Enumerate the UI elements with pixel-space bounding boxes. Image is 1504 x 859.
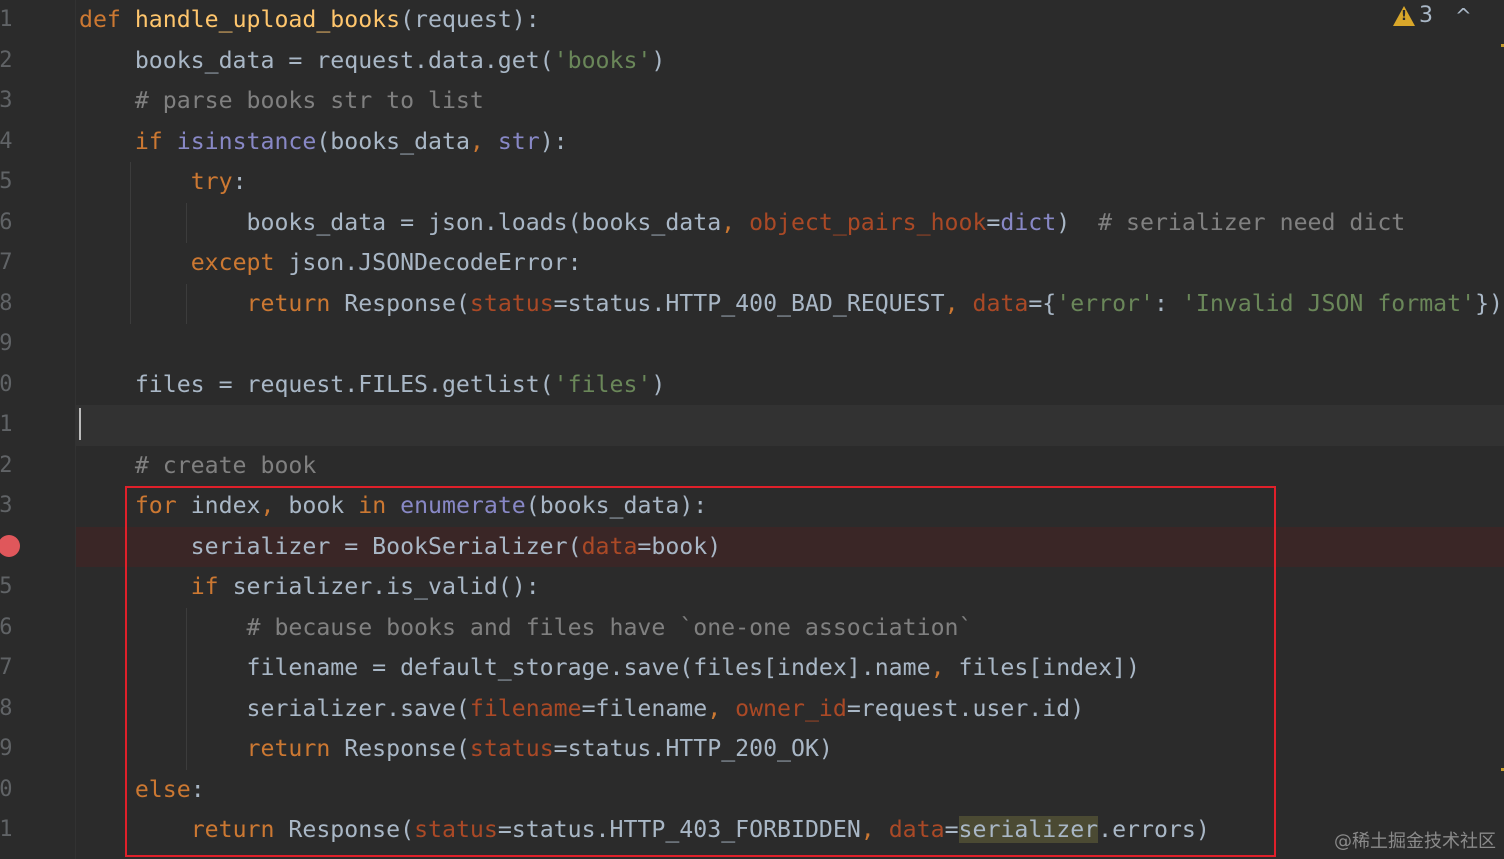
code-line[interactable] bbox=[79, 405, 1504, 446]
code-line[interactable]: books_data = json.loads(books_data, obje… bbox=[79, 203, 1504, 244]
code-line[interactable]: if isinstance(books_data, str): bbox=[79, 122, 1504, 163]
inspection-widget[interactable]: ! 3 bbox=[1393, 3, 1433, 28]
code-token: 'error' bbox=[1056, 289, 1154, 317]
code-token: str bbox=[497, 127, 540, 155]
code-line[interactable]: books_data = request.data.get('books') bbox=[79, 41, 1504, 82]
code-token: 'books' bbox=[553, 46, 652, 74]
line-number[interactable]: 32 bbox=[0, 41, 26, 82]
line-number[interactable]: 47 bbox=[0, 648, 26, 689]
code-token: status bbox=[469, 289, 554, 317]
code-token: , bbox=[721, 208, 750, 236]
code-line[interactable]: # create book bbox=[79, 446, 1504, 487]
previous-highlight-icon[interactable]: ^ bbox=[1455, 4, 1472, 28]
code-token: =status.HTTP_400_BAD_REQUEST bbox=[553, 289, 945, 317]
code-token: (books_data bbox=[316, 127, 470, 155]
code-token: return bbox=[246, 289, 345, 317]
line-number[interactable]: 48 bbox=[0, 689, 26, 730]
line-number[interactable]: 39 bbox=[0, 324, 26, 365]
line-number[interactable]: 34 bbox=[0, 122, 26, 163]
code-token: dict bbox=[1000, 208, 1057, 236]
indent-guide bbox=[186, 203, 187, 243]
code-token: ) bbox=[1056, 208, 1099, 236]
code-token: ={ bbox=[1028, 289, 1057, 317]
code-token: books_data = json.loads(books_data bbox=[79, 208, 722, 236]
code-token: : bbox=[1153, 289, 1182, 317]
code-token: = bbox=[986, 208, 1001, 236]
code-token: object_pairs_hook bbox=[749, 208, 987, 236]
line-number[interactable]: 49 bbox=[0, 729, 26, 770]
code-token: Response( bbox=[344, 289, 470, 317]
line-number[interactable]: 36 bbox=[0, 203, 26, 244]
code-token: json.JSONDecodeError: bbox=[288, 249, 582, 276]
code-token: isinstance bbox=[176, 127, 317, 155]
code-token: : bbox=[232, 168, 247, 195]
code-token: if bbox=[134, 127, 177, 155]
code-token: def bbox=[79, 6, 135, 33]
code-token: try bbox=[190, 168, 233, 195]
code-line[interactable]: return Response(status=status.HTTP_400_B… bbox=[79, 284, 1504, 325]
code-token: # create book bbox=[79, 451, 317, 479]
line-number[interactable]: 46 bbox=[0, 608, 26, 649]
code-line[interactable]: files = request.FILES.getlist('files') bbox=[79, 365, 1504, 406]
code-token: }) bbox=[1475, 289, 1503, 317]
code-token: # serializer need dict bbox=[1098, 208, 1406, 236]
line-number[interactable]: 33 bbox=[0, 81, 26, 122]
code-token: files = request.FILES.getlist( bbox=[79, 370, 554, 398]
line-number[interactable]: 43 bbox=[0, 486, 26, 527]
watermark: @稀土掘金技术社区 bbox=[1334, 831, 1496, 852]
line-number[interactable]: 38 bbox=[0, 284, 26, 325]
code-token: handle_upload_books bbox=[134, 6, 401, 33]
line-number[interactable]: 45 bbox=[0, 567, 26, 608]
code-line[interactable]: except json.JSONDecodeError: bbox=[79, 243, 1504, 284]
line-number[interactable]: 31 bbox=[0, 0, 26, 41]
code-line[interactable] bbox=[79, 324, 1504, 365]
line-number-gutter[interactable]: 3132333435363738394041424344454647484950… bbox=[0, 0, 76, 859]
line-number[interactable]: 41 bbox=[0, 405, 26, 446]
code-token: data bbox=[972, 289, 1029, 317]
text-cursor bbox=[79, 408, 81, 440]
code-token: , bbox=[944, 289, 973, 317]
indent-guide bbox=[130, 162, 131, 324]
code-line[interactable]: # parse books str to list bbox=[79, 81, 1504, 122]
warning-count: 3 bbox=[1419, 3, 1433, 28]
code-token: 'files' bbox=[553, 370, 652, 398]
code-token: ): bbox=[539, 127, 568, 155]
code-token: except bbox=[190, 249, 289, 276]
code-token: (request): bbox=[400, 6, 540, 33]
line-number[interactable]: 50 bbox=[0, 770, 26, 811]
code-token: , bbox=[469, 127, 498, 155]
warning-triangle-icon: ! bbox=[1393, 5, 1415, 26]
code-token: ) bbox=[651, 46, 666, 74]
indent-guide bbox=[186, 284, 187, 324]
line-number[interactable]: 35 bbox=[0, 162, 26, 203]
code-token: books_data = request.data.get( bbox=[79, 46, 554, 74]
code-line[interactable]: def handle_upload_books(request): bbox=[79, 0, 1504, 41]
line-number[interactable]: 42 bbox=[0, 446, 26, 487]
line-number[interactable]: 40 bbox=[0, 365, 26, 406]
line-number[interactable]: 37 bbox=[0, 243, 26, 284]
code-token: 'Invalid JSON format' bbox=[1181, 289, 1476, 317]
annotation-highlight-box bbox=[125, 486, 1276, 857]
code-token: # parse books str to list bbox=[79, 87, 484, 114]
line-number[interactable]: 51 bbox=[0, 810, 26, 851]
code-line[interactable]: try: bbox=[79, 162, 1504, 203]
code-token: ) bbox=[651, 370, 666, 398]
